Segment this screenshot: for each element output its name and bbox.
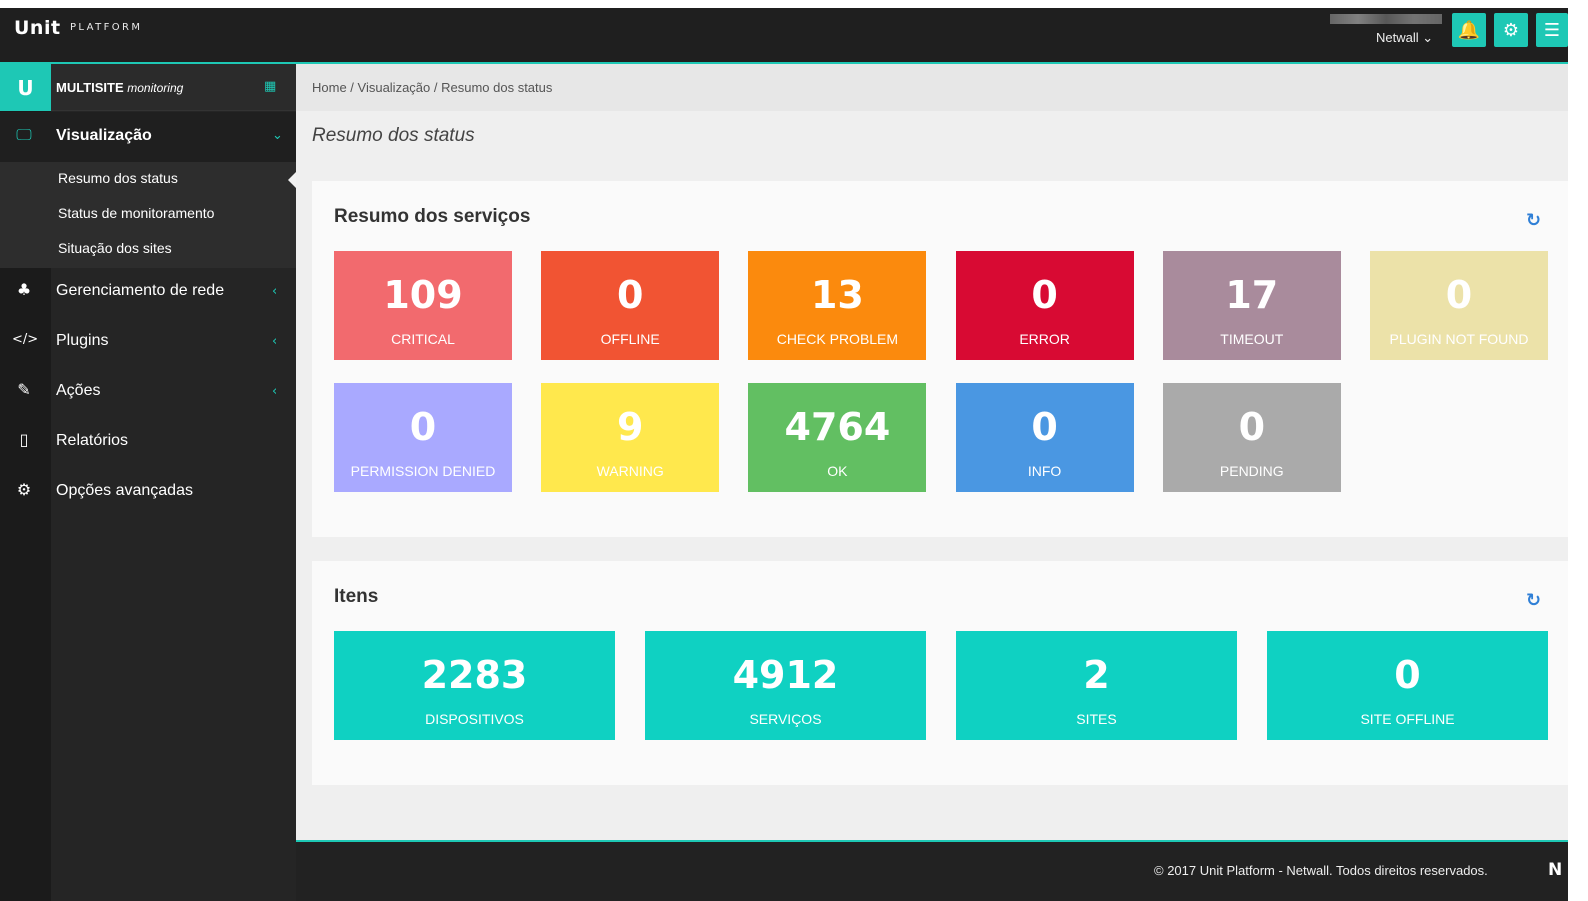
pdf-icon: ▯	[19, 430, 29, 449]
tile-label: TIMEOUT	[1220, 331, 1284, 347]
chevron-left-icon: ‹	[272, 284, 278, 299]
tile-value: 0	[1031, 273, 1058, 317]
netwall-logo: N	[1548, 860, 1563, 880]
sidebar-item-relatorios[interactable]: ▯ Relatórios	[0, 416, 296, 466]
app-title-sub: monitoring	[127, 81, 184, 95]
bell-icon: 🔔	[1457, 19, 1481, 41]
edit-icon: ✎	[17, 380, 31, 399]
status-tile-ok[interactable]: 4764 OK	[748, 383, 927, 492]
refresh-icon[interactable]: ↻	[1526, 210, 1541, 231]
page-title: Resumo dos status	[312, 125, 475, 146]
items-panel-title: Itens	[334, 586, 379, 607]
hamburger-icon: ☰	[1543, 19, 1561, 41]
tile-value: 0	[1394, 653, 1421, 697]
sidebar-item-plugins[interactable]: </> Plugins ‹	[0, 316, 296, 366]
sidebar-item-acoes[interactable]: ✎ Ações ‹	[0, 366, 296, 416]
item-tile-serviços[interactable]: 4912 SERVIÇOS	[645, 631, 926, 740]
footer-copyright: © 2017 Unit Platform - Netwall. Todos di…	[1154, 863, 1488, 878]
status-tile-plugin-not-found[interactable]: 0 PLUGIN NOT FOUND	[1370, 251, 1548, 360]
tile-label: DISPOSITIVOS	[425, 711, 524, 727]
refresh-icon[interactable]: ↻	[1526, 590, 1541, 611]
sidebar-item-label: Plugins	[56, 332, 109, 349]
blurred-user-info	[1330, 14, 1442, 24]
sidebar-app-title: MULTISITE monitoring	[56, 80, 183, 95]
tile-label: PERMISSION DENIED	[350, 463, 496, 479]
submenu-item-situacao-dos-sites[interactable]: Situação dos sites	[58, 240, 172, 256]
tile-label: PLUGIN NOT FOUND	[1389, 331, 1529, 347]
tile-value: 13	[810, 273, 864, 317]
tile-label: INFO	[1027, 463, 1062, 479]
tile-value: 0	[1031, 405, 1058, 449]
status-tile-offline[interactable]: 0 OFFLINE	[541, 251, 720, 360]
user-menu-dropdown[interactable]: Netwall ⌄	[1376, 30, 1433, 46]
sitemap-icon: ♣	[16, 280, 32, 299]
tile-value: 0	[409, 405, 437, 449]
submenu-item-status-de-monitoramento[interactable]: Status de monitoramento	[58, 205, 214, 221]
tile-value: 0	[1238, 405, 1266, 449]
sidebar-item-label: Gerenciamento de rede	[56, 282, 225, 299]
breadcrumb[interactable]: Home / Visualização / Resumo dos status	[312, 80, 552, 95]
chevron-left-icon: ‹	[272, 334, 278, 349]
tile-label: SITES	[1076, 711, 1117, 727]
notifications-button[interactable]: 🔔	[1452, 13, 1486, 47]
tile-value: 9	[616, 405, 644, 449]
monitor-icon: 🖵	[16, 125, 32, 144]
status-tile-timeout[interactable]: 17 TIMEOUT	[1162, 251, 1341, 360]
sidebar-item-label: Visualização	[56, 127, 152, 144]
services-panel-title: Resumo dos serviços	[334, 206, 531, 227]
tile-label: OK	[827, 463, 848, 479]
tile-label: CRITICAL	[391, 331, 455, 347]
sidebar-item-gerenciamento-de-rede[interactable]: ♣ Gerenciamento de rede ‹	[0, 266, 296, 316]
sidebar-item-label: Ações	[56, 382, 101, 399]
tile-label: SERVIÇOS	[749, 711, 822, 727]
sidebar-logo[interactable]: U	[0, 64, 51, 111]
code-icon: </>	[12, 332, 39, 347]
tile-label: ERROR	[1019, 331, 1070, 347]
tile-value: 0	[616, 273, 644, 317]
sidebar-item-label: Relatórios	[56, 432, 129, 449]
chevron-down-icon: ⌄	[272, 128, 283, 143]
tile-value: 17	[1225, 273, 1279, 317]
tile-label: CHECK PROBLEM	[776, 331, 899, 347]
chevron-left-icon: ‹	[272, 384, 278, 399]
footer-sidebar-strip	[0, 840, 51, 901]
sidebar-item-opcoes-avancadas[interactable]: ⚙ Opções avançadas	[0, 466, 296, 516]
active-indicator	[288, 172, 296, 188]
status-tile-critical[interactable]: 109 CRITICAL	[334, 251, 512, 360]
settings-button[interactable]: ⚙	[1494, 13, 1528, 47]
tile-value: 2	[1083, 653, 1110, 697]
item-tile-dispositivos[interactable]: 2283 DISPOSITIVOS	[334, 631, 615, 740]
tile-value: 4764	[784, 405, 891, 449]
status-tile-permission-denied[interactable]: 0 PERMISSION DENIED	[334, 383, 512, 492]
grid-icon[interactable]: ▦	[264, 79, 276, 94]
status-tile-error[interactable]: 0 ERROR	[955, 251, 1134, 360]
gears-icon: ⚙	[16, 480, 32, 499]
sidebar-item-visualizacao[interactable]: 🖵 Visualização ⌄	[0, 112, 296, 162]
status-tile-check-problem[interactable]: 13 CHECK PROBLEM	[748, 251, 927, 360]
status-tile-warning[interactable]: 9 WARNING	[541, 383, 720, 492]
tile-label: PENDING	[1219, 463, 1284, 479]
menu-button[interactable]: ☰	[1536, 13, 1568, 47]
tile-label: WARNING	[596, 463, 664, 479]
tile-label: SITE OFFLINE	[1360, 711, 1455, 727]
sidebar-item-label: Opções avançadas	[56, 482, 193, 499]
brand-logo[interactable]: Unit	[14, 17, 61, 39]
status-tile-info[interactable]: 0 INFO	[955, 383, 1134, 492]
tile-value: 2283	[421, 653, 528, 697]
submenu-item-resumo-dos-status[interactable]: Resumo dos status	[58, 170, 178, 186]
gear-icon: ⚙	[1502, 19, 1520, 41]
brand-subtitle: PLATFORM	[70, 22, 143, 33]
app-title-text: MULTISITE	[56, 80, 124, 95]
tile-value: 0	[1445, 273, 1473, 317]
tile-label: OFFLINE	[600, 331, 660, 347]
tile-value: 4912	[732, 653, 839, 697]
item-tile-sites[interactable]: 2 SITES	[956, 631, 1237, 740]
item-tile-site-offline[interactable]: 0 SITE OFFLINE	[1267, 631, 1548, 740]
status-tile-pending[interactable]: 0 PENDING	[1162, 383, 1341, 492]
tile-value: 109	[383, 273, 463, 317]
